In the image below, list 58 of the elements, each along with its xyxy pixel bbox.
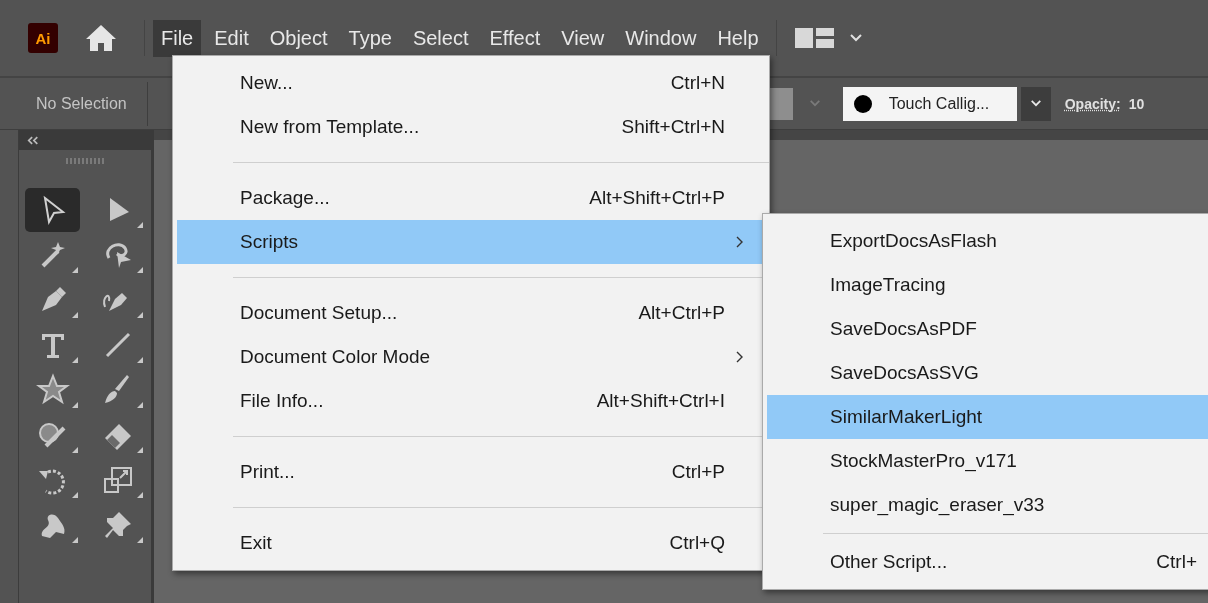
app-logo[interactable]: Ai <box>28 23 58 53</box>
selection-status: No Selection <box>36 94 127 113</box>
corner-triangle-icon <box>72 402 78 408</box>
menu-item[interactable]: Print... Ctrl+P <box>177 450 765 494</box>
menu-item[interactable]: StockMasterPro_v171 <box>767 439 1208 483</box>
brush-name: Touch Callig... <box>888 94 990 113</box>
corner-triangle-icon <box>72 312 78 318</box>
brush-dropdown[interactable]: Touch Callig... <box>842 86 1017 121</box>
menu-item[interactable]: ImageTracing <box>767 263 1208 307</box>
corner-triangle-icon <box>137 537 143 543</box>
menu-item[interactable]: Edit <box>206 19 257 57</box>
star-icon <box>35 373 70 407</box>
menu-item[interactable]: Other Script... Ctrl+ <box>767 540 1208 584</box>
dropdown-button[interactable] <box>1020 86 1051 121</box>
collapse-icon[interactable] <box>27 135 39 145</box>
corner-triangle-icon <box>137 357 143 363</box>
corner-triangle-icon <box>137 312 143 318</box>
menu-item[interactable]: super_magic_eraser_v33 <box>767 483 1208 527</box>
menu-item[interactable]: Help <box>709 19 767 57</box>
corner-triangle-icon <box>72 492 78 498</box>
opacity-label[interactable]: Opacity: <box>1064 95 1121 112</box>
chevron-down-icon <box>1029 99 1042 108</box>
corner-triangle-icon <box>137 447 143 453</box>
menu-item[interactable]: New from Template... Shift+Ctrl+N <box>177 105 765 149</box>
corner-triangle-icon <box>137 402 143 408</box>
menu-item[interactable]: Window <box>617 19 705 57</box>
menu-item[interactable]: SimilarMakerLight <box>767 395 1208 439</box>
grip-icon[interactable] <box>65 158 105 164</box>
chevron-right-icon <box>735 351 743 363</box>
menu-item[interactable]: Exit Ctrl+Q <box>177 521 765 565</box>
workspace-layout-icon[interactable] <box>794 26 835 50</box>
menu-item[interactable]: View <box>553 19 613 57</box>
menu-item[interactable]: SaveDocsAsSVG <box>767 351 1208 395</box>
corner-triangle-icon <box>137 222 143 228</box>
menu-item[interactable]: SaveDocsAsPDF <box>767 307 1208 351</box>
menu-item[interactable]: Select <box>404 19 477 57</box>
corner-triangle-icon <box>137 267 143 273</box>
menu-item[interactable]: Effect <box>481 19 549 57</box>
opacity-value[interactable]: 10 <box>1128 95 1145 112</box>
menu-item[interactable]: File <box>153 19 202 57</box>
home-icon[interactable] <box>84 23 118 53</box>
corner-triangle-icon <box>72 447 78 453</box>
menu-item[interactable]: New... Ctrl+N <box>177 61 765 105</box>
menu-item[interactable]: Document Color Mode <box>177 335 765 379</box>
menu-item[interactable]: Scripts <box>177 220 765 264</box>
corner-triangle-icon <box>72 267 78 273</box>
menu-item[interactable]: Package... Alt+Shift+Ctrl+P <box>177 176 765 220</box>
menu-item[interactable]: Document Setup... Alt+Ctrl+P <box>177 291 765 335</box>
menu-item[interactable]: File Info... Alt+Shift+Ctrl+I <box>177 379 765 423</box>
corner-triangle-icon <box>72 357 78 363</box>
corner-triangle-icon <box>137 492 143 498</box>
menu-item[interactable]: Object <box>261 19 336 57</box>
chevron-right-icon <box>735 236 743 248</box>
menu-item[interactable]: Type <box>340 19 400 57</box>
brush-dot-icon <box>852 93 873 114</box>
menu-item[interactable]: ExportDocsAsFlash <box>767 219 1208 263</box>
tool-button[interactable] <box>25 188 80 232</box>
corner-triangle-icon <box>72 537 78 543</box>
